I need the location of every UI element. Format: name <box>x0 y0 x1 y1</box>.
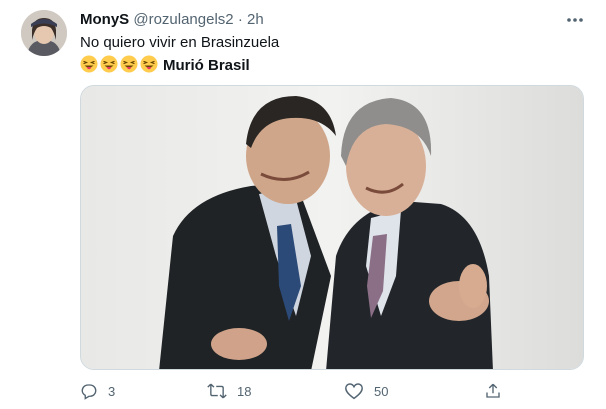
timestamp[interactable]: 2h <box>247 11 264 28</box>
reply-button[interactable]: 3 <box>80 382 115 400</box>
emoji-face <box>80 55 98 78</box>
retweet-count: 18 <box>237 383 252 399</box>
tweet-header: MonyS @rozulangels2 · 2h <box>80 11 264 29</box>
retweet-button[interactable]: 18 <box>207 382 251 400</box>
photo-image <box>81 86 583 369</box>
more-icon[interactable] <box>565 12 585 28</box>
tweet-bold-text: Murió Brasil <box>163 57 250 74</box>
emoji-face <box>120 55 138 78</box>
reply-icon <box>81 384 97 400</box>
avatar[interactable] <box>21 10 67 56</box>
tweet-text-line2: Murió Brasil <box>80 55 250 78</box>
like-button[interactable]: 50 <box>344 382 388 400</box>
reply-count: 3 <box>108 383 116 399</box>
emoji-face <box>100 55 118 78</box>
share-icon <box>486 383 500 398</box>
author-handle[interactable]: @rozulangels2 <box>133 11 233 28</box>
tweet-photo[interactable] <box>80 85 584 370</box>
separator: · <box>237 11 243 28</box>
like-icon <box>345 383 363 400</box>
share-button[interactable] <box>484 382 502 400</box>
action-bar: 3 18 50 <box>0 376 606 406</box>
retweet-icon <box>207 383 227 399</box>
tweet[interactable]: MonyS @rozulangels2 · 2h No quiero vivir… <box>0 0 606 409</box>
tweet-text-line1: No quiero vivir en Brasinzuela <box>80 34 280 51</box>
like-count: 50 <box>374 383 389 399</box>
emoji-face <box>140 55 158 78</box>
author-name[interactable]: MonyS <box>80 11 129 28</box>
